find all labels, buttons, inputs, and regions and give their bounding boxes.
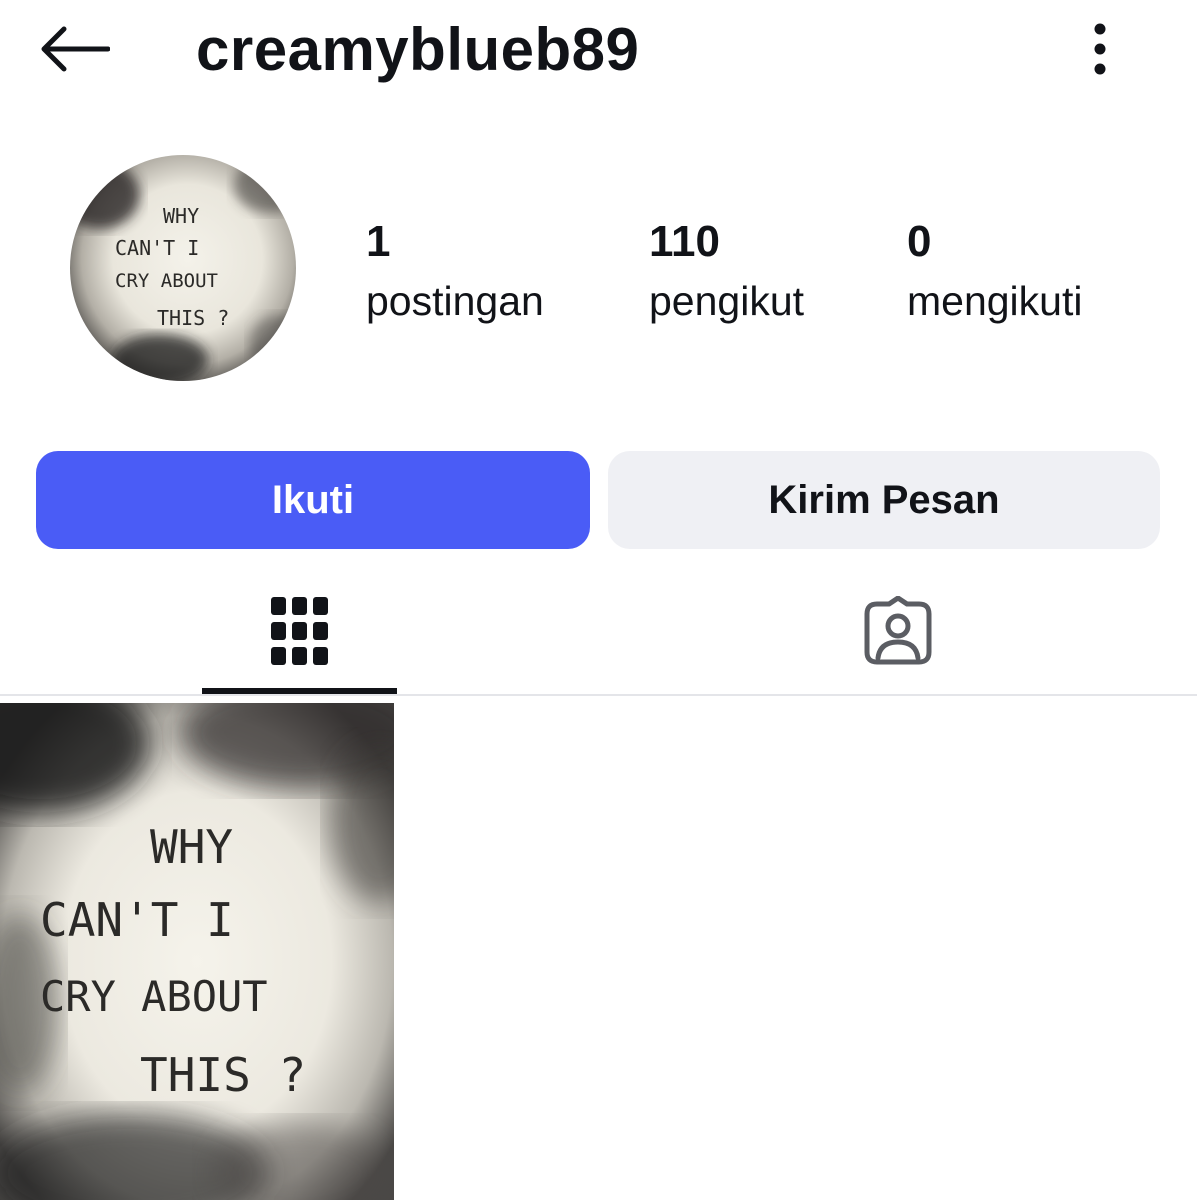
post-text-line-3: CRY ABOUT	[40, 972, 268, 1021]
following-label: mengikuti	[907, 278, 1083, 324]
grid-icon	[270, 597, 328, 665]
stat-followers[interactable]: 110 pengikut	[649, 212, 804, 330]
followers-count: 110	[649, 217, 720, 266]
post-thumbnail[interactable]: WHY CAN'T I CRY ABOUT THIS ?	[0, 703, 394, 1200]
avatar-text-line-4: THIS ?	[157, 306, 229, 330]
more-options-button[interactable]	[1078, 18, 1122, 80]
send-message-button[interactable]: Kirim Pesan	[608, 451, 1160, 549]
following-count: 0	[907, 217, 932, 266]
followers-label: pengikut	[649, 278, 805, 324]
follow-button[interactable]: Ikuti	[36, 451, 590, 549]
post-text-line-4: THIS ?	[140, 1048, 306, 1102]
arrow-left-icon	[41, 26, 110, 72]
stat-following[interactable]: 0 mengikuti	[907, 212, 1082, 330]
post-text-line-1: WHY	[150, 820, 233, 874]
tab-posts-grid[interactable]	[202, 572, 397, 690]
profile-header: creamyblueb89	[0, 0, 1197, 100]
tab-tagged[interactable]	[800, 572, 995, 690]
avatar-image: WHY CAN'T I CRY ABOUT THIS ?	[70, 155, 296, 381]
avatar-text-line-2: CAN'T I	[115, 236, 199, 260]
avatar-text-line-3: CRY ABOUT	[115, 270, 218, 292]
more-vertical-icon	[1094, 23, 1106, 75]
post-image: WHY CAN'T I CRY ABOUT THIS ?	[0, 703, 394, 1200]
avatar-text-line-1: WHY	[163, 204, 199, 228]
posts-count: 1	[366, 217, 391, 266]
post-text-line-2: CAN'T I	[40, 893, 234, 947]
stat-posts[interactable]: 1 postingan	[366, 212, 544, 330]
tabs-divider	[0, 694, 1197, 696]
back-button[interactable]	[34, 18, 114, 80]
tagged-user-icon	[864, 596, 931, 665]
profile-username: creamyblueb89	[196, 16, 640, 83]
profile-avatar[interactable]: WHY CAN'T I CRY ABOUT THIS ?	[70, 155, 296, 381]
posts-label: postingan	[366, 278, 544, 324]
